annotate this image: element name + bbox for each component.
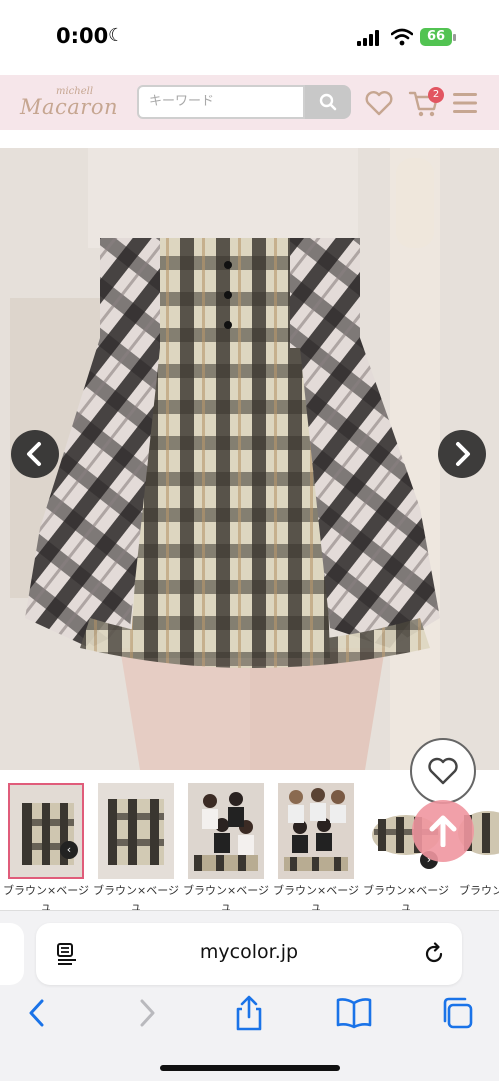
search-placeholder: キーワード	[149, 94, 215, 109]
thumbnail-caption: ブラウン×ベ	[459, 884, 499, 897]
status-bar: 0:00 ☾ 66	[0, 0, 499, 75]
scroll-to-top-button[interactable]	[412, 800, 474, 862]
product-photo	[0, 148, 499, 770]
thumbnail-item[interactable]	[188, 783, 264, 879]
product-main-image[interactable]	[0, 148, 499, 770]
bookmarks-icon	[336, 998, 372, 1029]
search-input[interactable]: キーワード	[137, 85, 305, 119]
thumbnail-image	[278, 783, 354, 879]
home-indicator	[160, 1065, 340, 1071]
add-favorite-button[interactable]	[410, 738, 476, 804]
address-bar[interactable]: mycolor.jp	[36, 923, 462, 985]
search-icon	[319, 93, 337, 111]
thumbnail-image	[188, 783, 264, 879]
thumbnail-caption: ブラウン×ベージュ	[273, 884, 359, 910]
battery-level: 66	[426, 29, 446, 44]
forward-button[interactable]	[124, 993, 168, 1033]
arrow-up-icon	[429, 815, 457, 847]
search-button[interactable]	[305, 85, 351, 119]
menu-icon	[453, 93, 477, 113]
logo-text: Macaron	[20, 95, 119, 119]
signal-icon	[357, 30, 381, 46]
back-button[interactable]	[16, 993, 60, 1033]
thumbnail-caption: ブラウン×ベージュ	[363, 884, 449, 910]
status-time: 0:00	[56, 24, 109, 48]
battery-indicator: 66	[420, 28, 452, 46]
heart-icon	[428, 757, 458, 785]
bookmarks-button[interactable]	[332, 993, 376, 1033]
menu-button[interactable]	[452, 91, 478, 115]
thumbnail-item[interactable]	[98, 783, 174, 879]
battery-cap	[453, 34, 456, 41]
thumbnail-item[interactable]: ‹	[8, 783, 84, 879]
heart-icon	[365, 91, 393, 116]
thumbnail-item[interactable]	[278, 783, 354, 879]
reload-icon[interactable]	[422, 942, 446, 966]
favorites-button[interactable]	[364, 88, 394, 118]
cart-count-badge: 2	[428, 87, 444, 103]
next-image-button[interactable]	[438, 430, 486, 478]
url-text: mycolor.jp	[199, 941, 299, 963]
site-header: michell Macaron キーワード 2	[0, 75, 499, 130]
chevron-left-icon	[27, 442, 41, 466]
back-icon	[29, 999, 44, 1027]
thumbnail-image	[10, 785, 82, 877]
moon-icon: ☾	[108, 25, 125, 46]
previous-tab-preview[interactable]	[0, 923, 24, 985]
thumbnail-image	[98, 783, 174, 879]
share-icon	[236, 995, 262, 1031]
share-button[interactable]	[227, 993, 271, 1033]
thumbnail-caption: ブラウン×ベージュ	[3, 884, 89, 910]
thumbnail-caption: ブラウン×ベージュ	[183, 884, 269, 910]
thumbnail-caption: ブラウン×ベージュ	[93, 884, 179, 910]
forward-icon	[140, 999, 155, 1027]
wifi-icon	[391, 28, 413, 46]
prev-image-button[interactable]	[11, 430, 59, 478]
tabs-button[interactable]	[437, 993, 481, 1033]
chevron-right-icon	[456, 442, 470, 466]
browser-toolbar: mycolor.jp	[0, 910, 499, 1081]
chevron-left-icon[interactable]: ‹	[60, 841, 78, 859]
tabs-icon	[443, 997, 473, 1029]
